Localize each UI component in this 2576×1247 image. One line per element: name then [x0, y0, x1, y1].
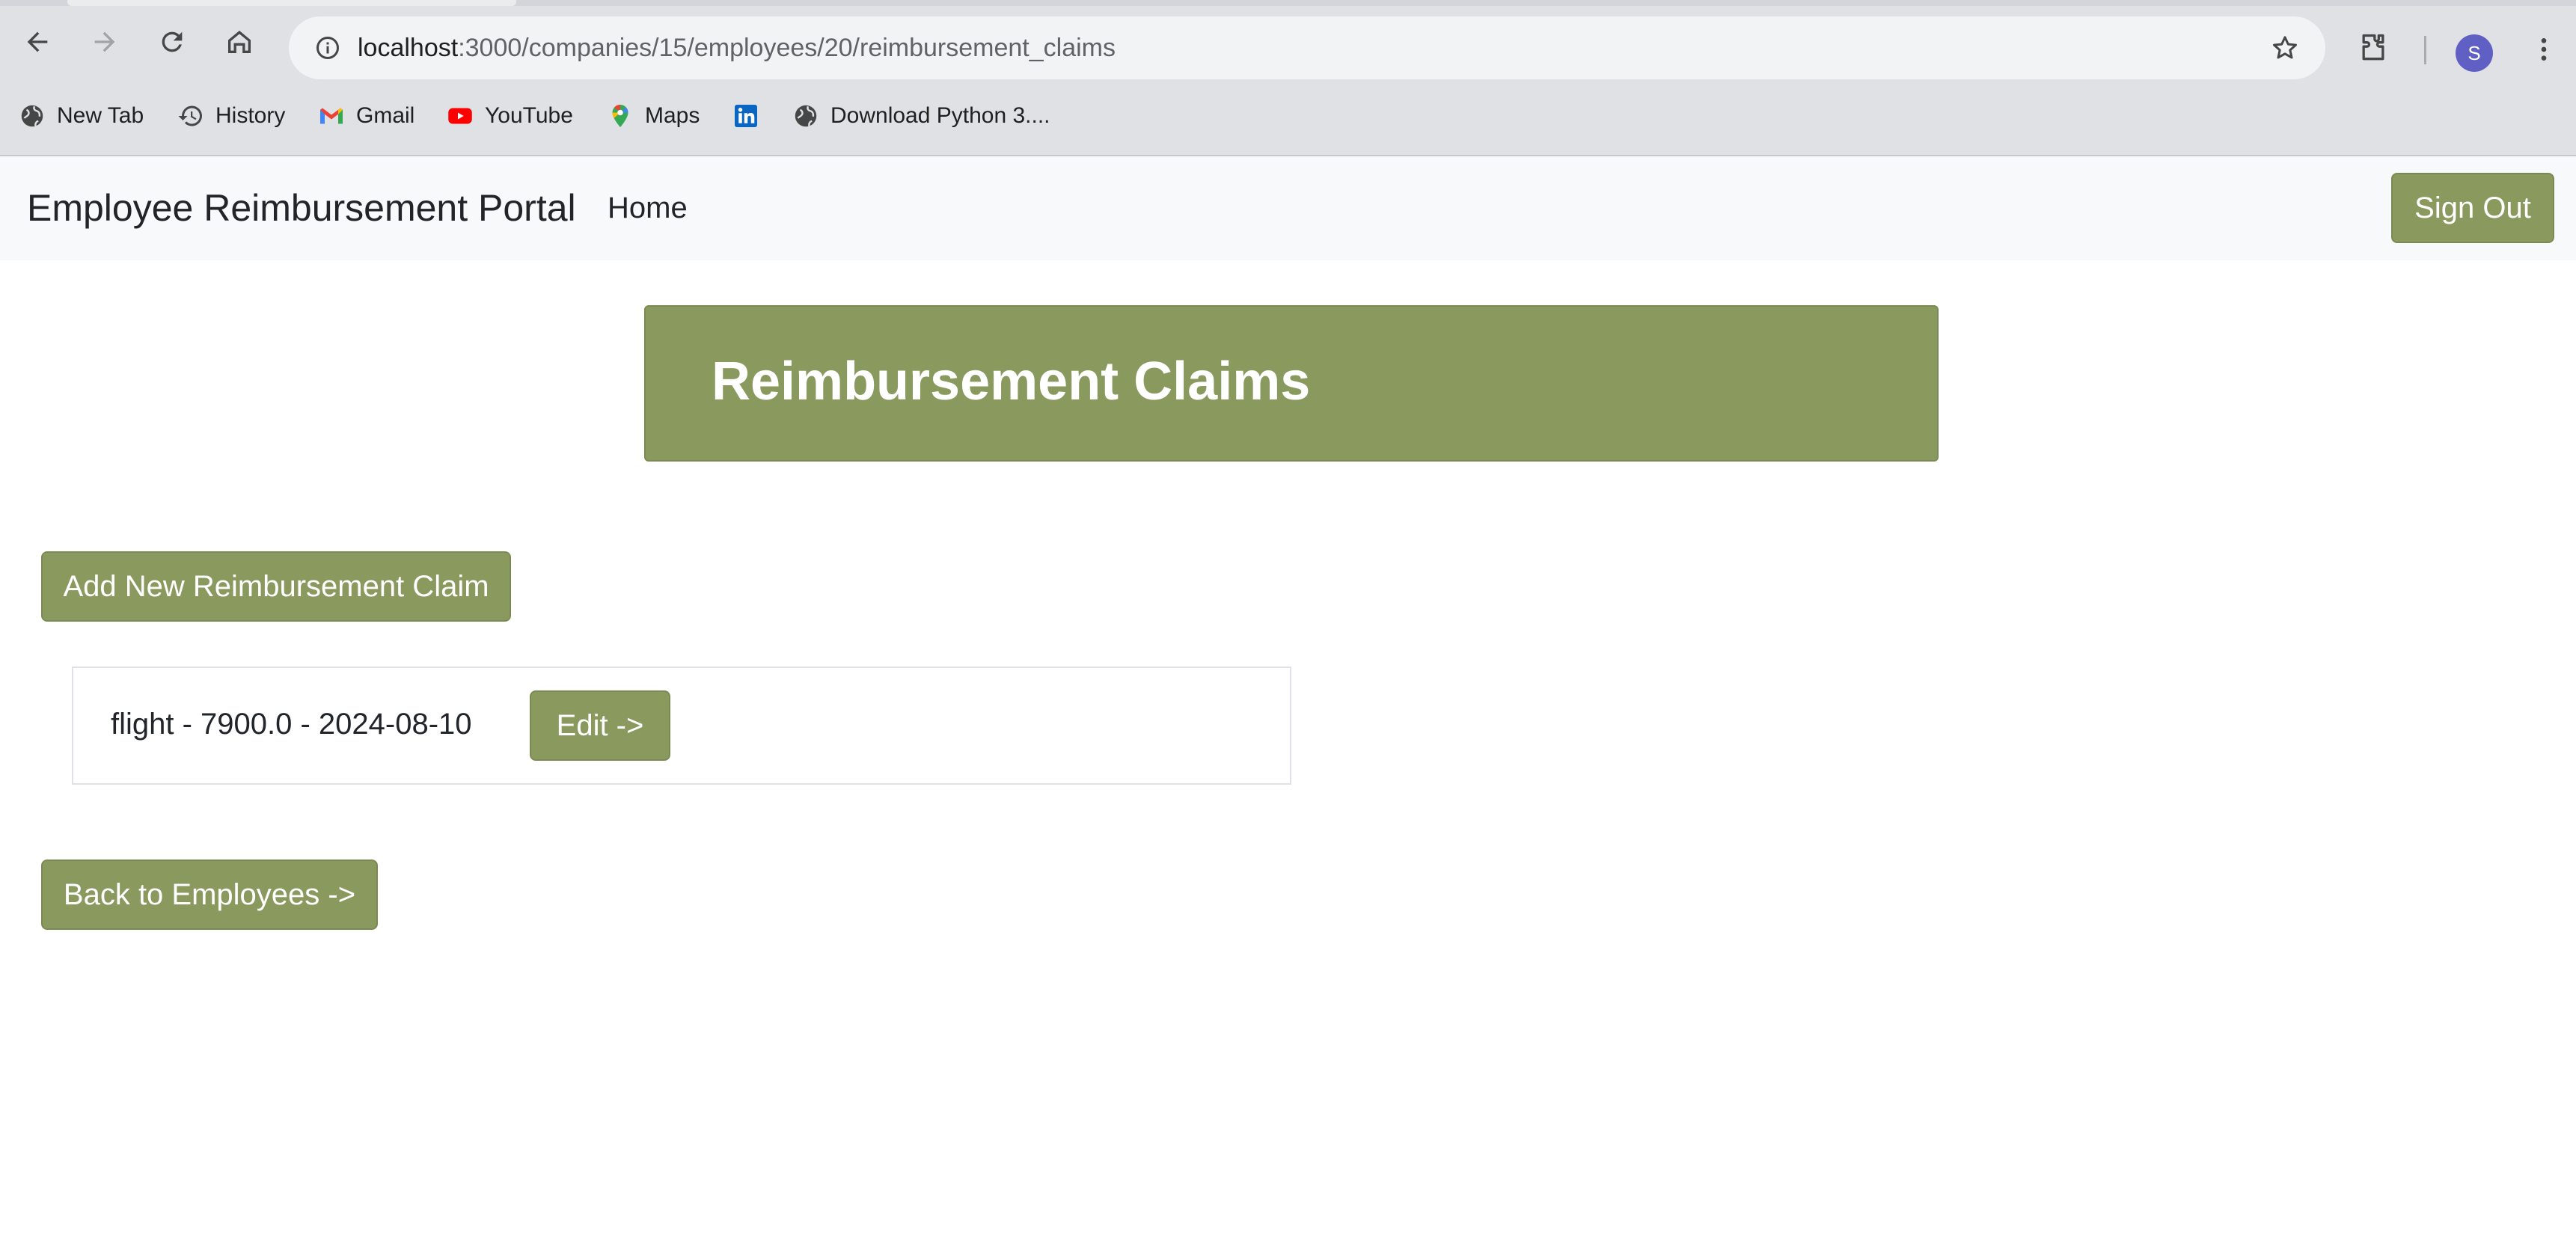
profile-avatar[interactable]: S: [2456, 34, 2493, 72]
bookmark-maps[interactable]: Maps: [606, 93, 700, 139]
site-info-icon[interactable]: [305, 25, 350, 70]
bookmark-label: New Tab: [57, 103, 144, 128]
bookmark-label: Gmail: [356, 103, 415, 128]
url-text[interactable]: localhost:3000/companies/15/employees/20…: [358, 16, 1116, 79]
youtube-icon: [446, 102, 474, 130]
brand-link[interactable]: Employee Reimbursement Portal: [27, 156, 576, 260]
claim-list-item: flight - 7900.0 - 2024-08-10 Edit ->: [72, 667, 1291, 785]
page-title: Reimbursement Claims: [712, 352, 1311, 411]
bookmark-history[interactable]: History: [177, 93, 285, 139]
edit-claim-button[interactable]: Edit ->: [530, 690, 670, 761]
bookmarks-bar: New Tab History Gmail YouTube Maps Downl…: [0, 93, 2576, 139]
browser-chrome: localhost:3000/companies/15/employees/20…: [0, 0, 2576, 156]
url-path: :3000/companies/15/employees/20/reimburs…: [458, 34, 1116, 62]
url-host: localhost: [358, 34, 459, 62]
home-icon: [228, 31, 251, 53]
claim-summary: flight - 7900.0 - 2024-08-10: [111, 708, 472, 741]
active-tab[interactable]: [67, 0, 516, 6]
add-claim-button[interactable]: Add New Reimbursement Claim: [41, 551, 511, 622]
bookmark-linkedin[interactable]: [732, 93, 771, 139]
forward-nav-button[interactable]: [82, 19, 127, 64]
tab-strip: [0, 0, 2576, 6]
browser-toolbar: localhost:3000/companies/15/employees/20…: [0, 6, 2576, 90]
bookmark-label: YouTube: [485, 103, 573, 128]
bookmark-label: Download Python 3....: [830, 103, 1050, 128]
back-to-employees-button[interactable]: Back to Employees ->: [41, 860, 378, 930]
reload-button[interactable]: [150, 19, 195, 64]
bookmark-gmail[interactable]: Gmail: [317, 93, 414, 139]
bookmark-youtube[interactable]: YouTube: [446, 93, 573, 139]
menu-dots-icon[interactable]: [2523, 27, 2565, 72]
extensions-icon[interactable]: [2351, 25, 2396, 70]
nav-home-link[interactable]: Home: [608, 156, 688, 260]
bookmark-label: History: [215, 103, 286, 128]
bookmark-star-icon[interactable]: [2264, 27, 2306, 69]
globe-icon: [18, 102, 46, 130]
bookmark-new-tab[interactable]: New Tab: [18, 93, 144, 139]
app-navbar: Employee Reimbursement Portal Home Sign …: [0, 156, 2576, 260]
gmail-icon: [317, 102, 346, 130]
bookmark-download-python[interactable]: Download Python 3....: [792, 93, 1050, 139]
globe-icon: [792, 102, 820, 130]
page-header-banner: Reimbursement Claims: [644, 305, 1939, 462]
address-bar[interactable]: localhost:3000/companies/15/employees/20…: [289, 16, 2325, 79]
reload-icon: [162, 31, 183, 52]
arrow-right-icon: [94, 31, 115, 52]
bookmark-label: Maps: [645, 103, 700, 128]
toolbar-separator: [2424, 36, 2426, 64]
maps-icon: [606, 102, 634, 130]
arrow-left-icon: [27, 31, 48, 52]
sign-out-button[interactable]: Sign Out: [2391, 173, 2554, 243]
home-nav-button[interactable]: [217, 19, 262, 64]
history-icon: [177, 102, 205, 130]
back-nav-button[interactable]: [15, 19, 60, 64]
linkedin-icon: [732, 102, 760, 130]
